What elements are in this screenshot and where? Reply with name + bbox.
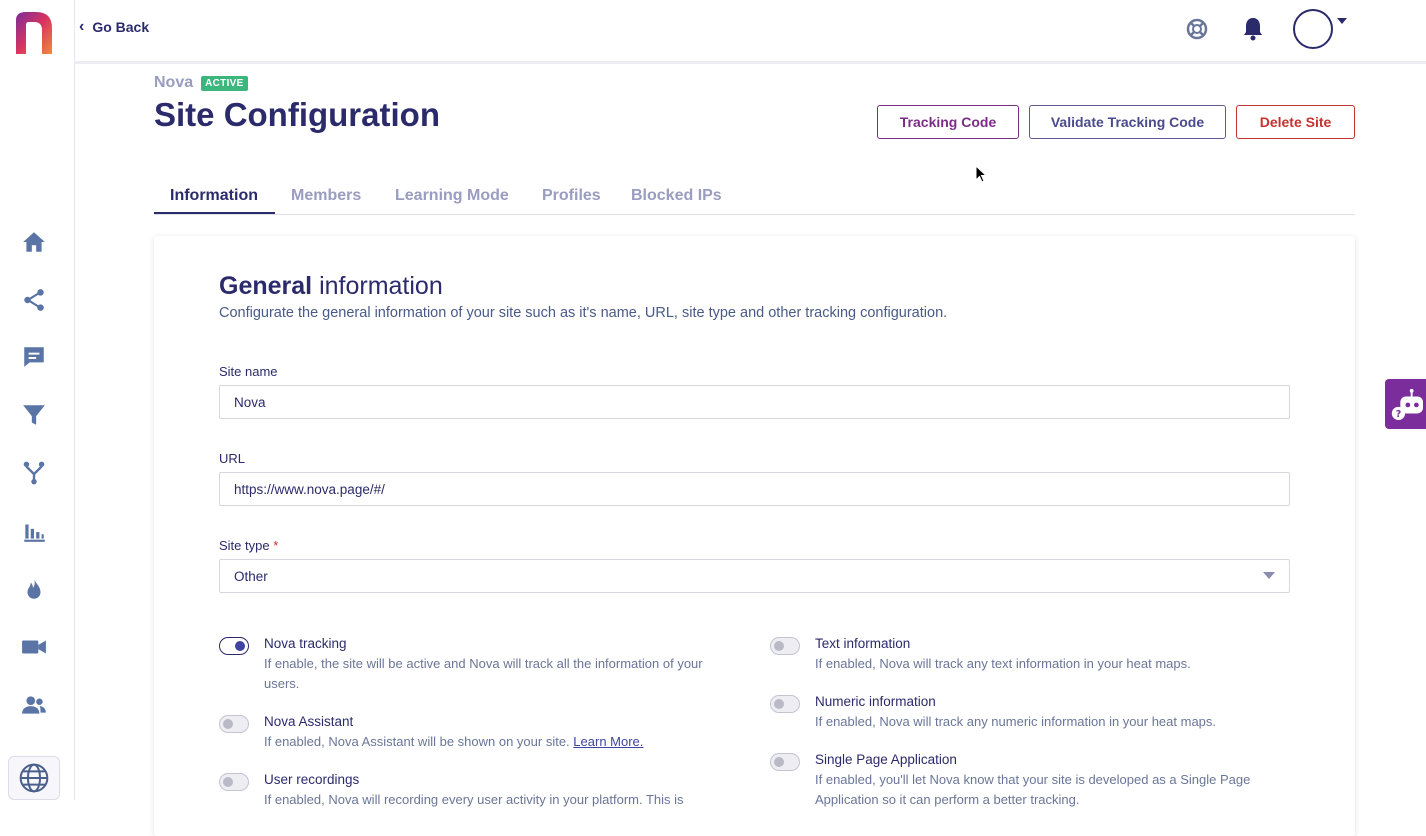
nova-logo[interactable] [14,10,54,56]
url-input[interactable]: https://www.nova.page/#/ [219,472,1290,506]
site-type-select[interactable]: Other [219,559,1290,593]
active-tab-indicator [154,212,275,214]
globe-icon [19,763,49,793]
site-type-label: Site type * [219,538,278,553]
site-name-label: Site name [219,364,278,379]
tab-bar: Information Members Learning Mode Profil… [154,180,1355,215]
chevron-down-icon[interactable] [1337,18,1347,24]
section-title-bold: General [219,272,313,300]
required-mark: * [273,538,279,553]
site-type-value: Other [234,568,268,584]
go-back-link[interactable]: ‹ Go Back [79,18,149,36]
tab-profiles[interactable]: Profiles [542,187,601,205]
sidebar [0,0,75,800]
status-badge: ACTIVE [201,75,248,91]
section-description: Configurate the general information of y… [219,305,948,321]
tab-blocked-ips[interactable]: Blocked IPs [631,187,722,205]
go-back-label: Go Back [92,19,150,35]
avatar[interactable] [1293,9,1333,49]
mouse-cursor-icon [975,165,987,183]
learn-more-link[interactable]: Learn More. [573,734,643,749]
numeric-information-toggle[interactable] [770,695,800,713]
tab-learning-mode[interactable]: Learning Mode [395,187,509,205]
nova-assistant-toggle[interactable] [219,715,249,733]
users-icon[interactable] [20,691,48,719]
video-icon[interactable] [20,633,48,661]
chat-icon[interactable] [20,343,48,371]
nova-tracking-description: If enable, the site will be active and N… [264,656,703,691]
nova-tracking-toggle[interactable] [219,637,249,655]
tab-members[interactable]: Members [291,187,361,205]
delete-site-button[interactable]: Delete Site [1236,105,1355,139]
home-icon[interactable] [20,228,48,256]
assistant-widget[interactable]: ? [1385,379,1426,429]
url-label: URL [219,451,246,466]
text-information-description: If enabled, Nova will track any text inf… [815,656,1191,671]
single-page-application-title: Single Page Application [815,752,957,767]
section-title: General information [219,272,443,301]
flame-icon[interactable] [20,575,48,603]
user-recordings-title: User recordings [264,772,360,787]
site-line: Nova ACTIVE [154,74,248,92]
chevron-down-icon [1263,572,1275,579]
lifebuoy-icon[interactable] [1185,17,1209,41]
single-page-application-description: If enabled, you'll let Nova know that yo… [815,772,1251,807]
numeric-information-title: Numeric information [815,694,936,709]
top-bar: ‹ Go Back [75,0,1426,64]
site-name: Nova [154,74,194,91]
text-information-toggle[interactable] [770,637,800,655]
text-information-title: Text information [815,636,911,651]
nova-assistant-description-text: If enabled, Nova Assistant will be shown… [264,734,570,749]
filter-icon[interactable] [20,401,48,429]
nova-assistant-description: If enabled, Nova Assistant will be shown… [264,732,734,752]
nova-tracking-title: Nova tracking [264,636,347,651]
bar-chart-icon[interactable] [20,517,48,545]
share-icon[interactable] [20,286,48,314]
toggle-knob [235,641,245,651]
site-type-label-text: Site type [219,538,270,553]
section-title-rest: information [319,272,443,300]
validate-tracking-code-button[interactable]: Validate Tracking Code [1029,105,1226,139]
page-title: Site Configuration [154,96,440,133]
fork-icon[interactable] [20,459,48,487]
site-name-input[interactable]: Nova [219,385,1290,419]
tab-information[interactable]: Information [170,187,258,205]
nova-assistant-title: Nova Assistant [264,714,354,729]
bell-icon[interactable] [1241,16,1265,42]
numeric-information-description: If enabled, Nova will track any numeric … [815,714,1217,729]
user-recordings-description: If enabled, Nova will recording every us… [264,792,684,807]
toggle-knob [774,699,784,709]
toggle-knob [223,719,233,729]
toggle-knob [223,777,233,787]
chevron-left-icon: ‹ [79,18,85,35]
tracking-code-button[interactable]: Tracking Code [877,105,1019,139]
user-recordings-toggle[interactable] [219,773,249,791]
single-page-application-toggle[interactable] [770,753,800,771]
toggle-knob [774,641,784,651]
svg-text:?: ? [1395,409,1400,420]
sidebar-item-sites[interactable] [8,756,60,800]
toggle-knob [774,757,784,767]
robot-icon: ? [1391,388,1423,420]
